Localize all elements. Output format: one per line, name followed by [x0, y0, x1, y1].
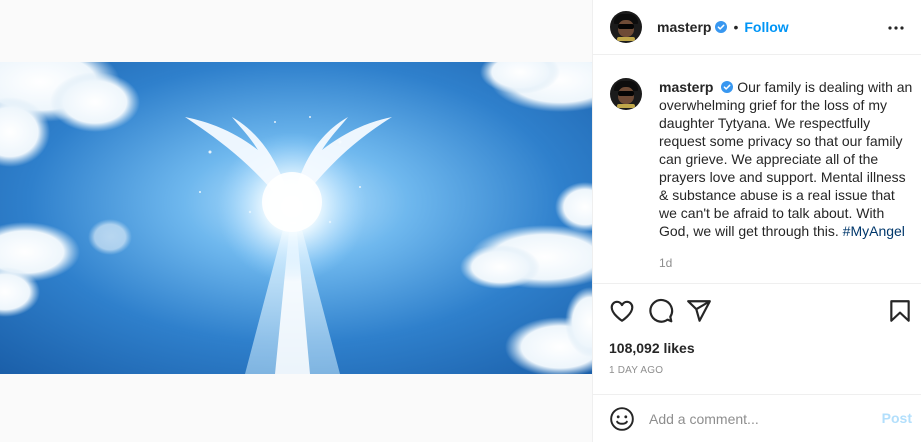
- caption-time: 1d: [659, 256, 673, 270]
- verified-icon: [721, 81, 734, 93]
- caption-avatar[interactable]: [610, 78, 642, 110]
- more-options-button[interactable]: [884, 16, 908, 40]
- avatar[interactable]: [610, 11, 642, 43]
- comment-box: Post: [593, 394, 921, 442]
- more-icon: [888, 26, 904, 30]
- post-image[interactable]: [0, 62, 592, 374]
- emoji-icon[interactable]: [609, 406, 635, 432]
- angel-wings-image: [0, 62, 592, 374]
- heart-icon[interactable]: [609, 298, 635, 324]
- action-icons: [609, 298, 913, 324]
- caption-body: Our family is dealing with an overwhelmi…: [659, 79, 913, 239]
- likes-count[interactable]: 108,092 likes: [609, 340, 695, 356]
- caption-text: masterp Our family is dealing with an ov…: [659, 78, 914, 240]
- comment-icon[interactable]: [648, 298, 674, 324]
- follow-button[interactable]: Follow: [744, 19, 788, 35]
- share-icon[interactable]: [686, 298, 712, 324]
- bookmark-icon[interactable]: [887, 298, 913, 324]
- post-header: masterp • Follow: [593, 0, 921, 55]
- separator-dot: •: [733, 19, 739, 35]
- actions-section: 108,092 likes 1 DAY AGO Post: [593, 283, 921, 442]
- post-details-panel: masterp • Follow masterp Our family is d…: [592, 0, 921, 442]
- hashtag-link[interactable]: #MyAngel: [843, 223, 905, 239]
- verified-icon: [715, 21, 728, 33]
- header-username[interactable]: masterp: [657, 19, 711, 35]
- post-comment-button[interactable]: Post: [882, 410, 912, 426]
- caption-username[interactable]: masterp: [659, 79, 713, 95]
- caption: masterp Our family is dealing with an ov…: [610, 78, 914, 240]
- comment-input[interactable]: [649, 411, 869, 427]
- media-column: [0, 0, 592, 442]
- post-date[interactable]: 1 DAY AGO: [609, 365, 663, 376]
